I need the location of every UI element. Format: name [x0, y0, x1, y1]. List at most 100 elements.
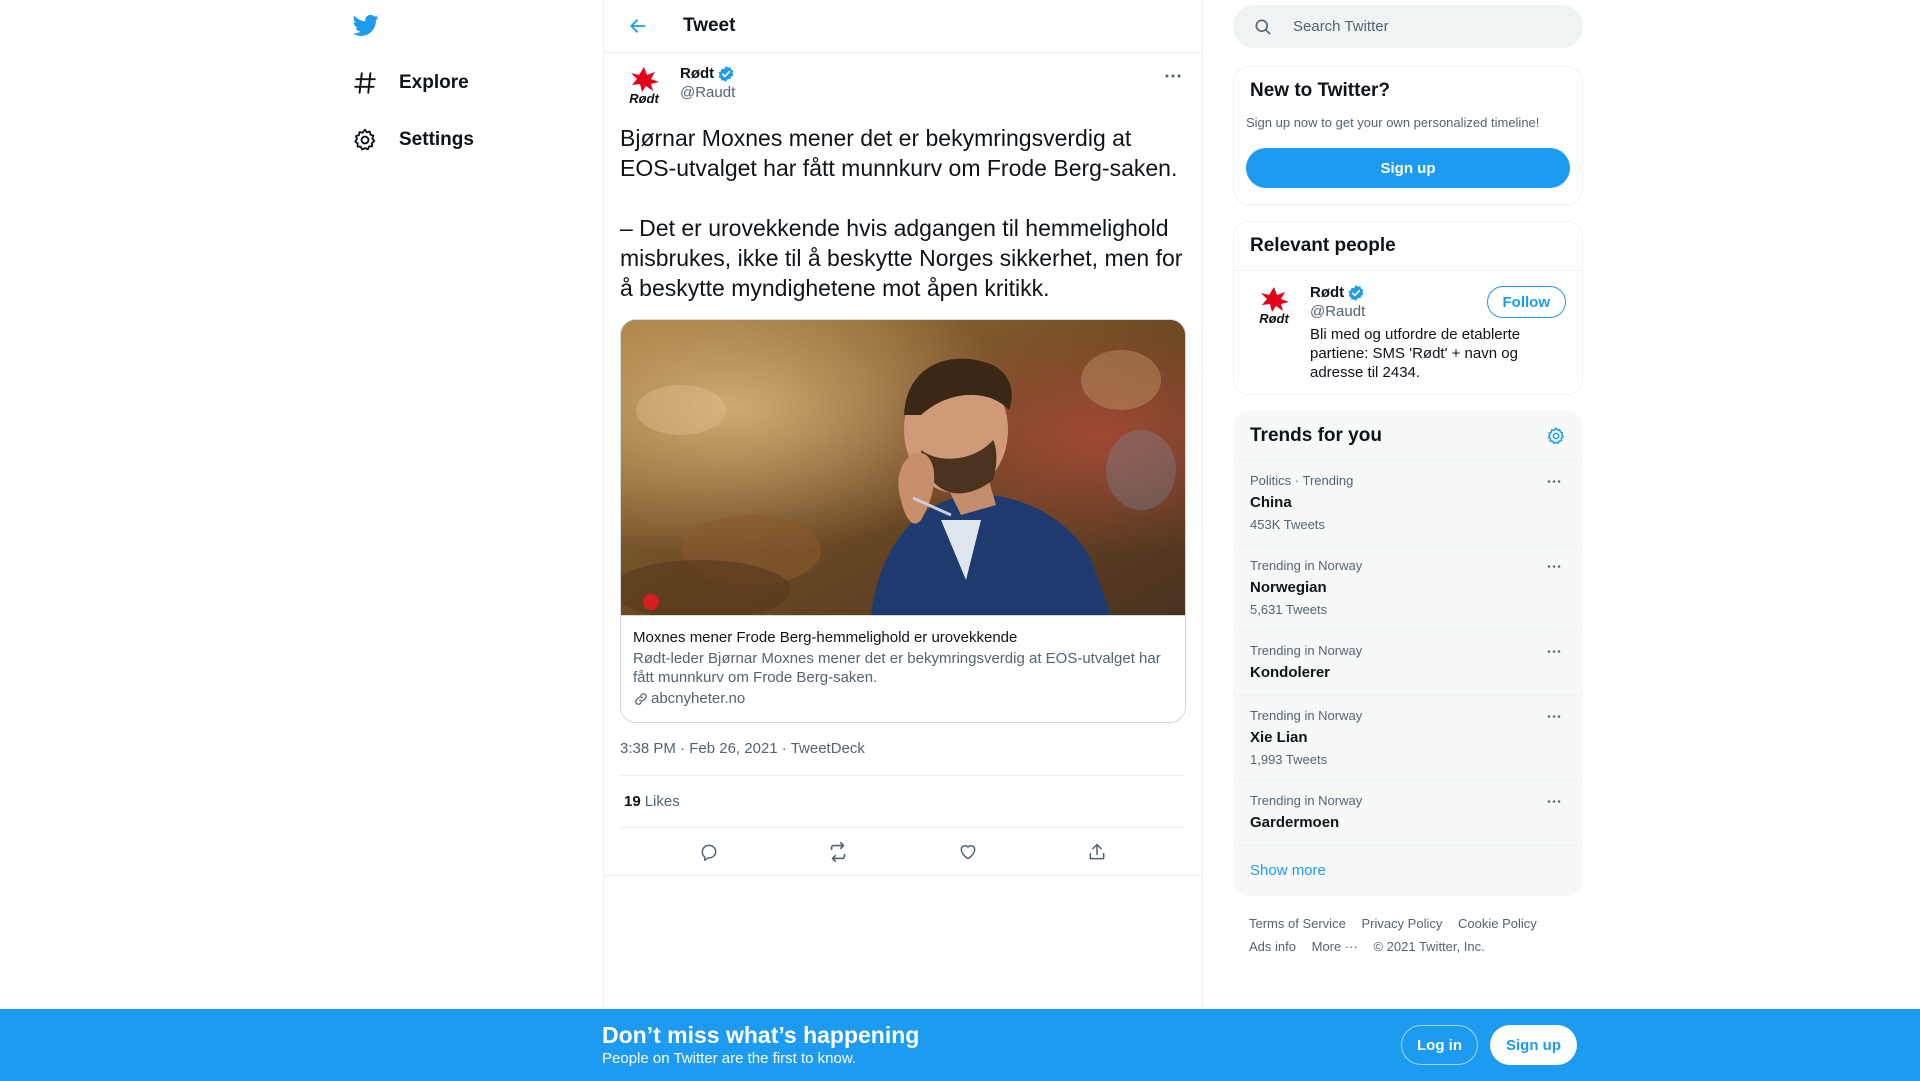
like-heart-icon[interactable] — [949, 833, 987, 871]
trends-panel: Trends for you Politics · Trending China… — [1233, 411, 1583, 896]
copyright: © 2021 Twitter, Inc. — [1373, 939, 1485, 954]
log-in-button[interactable]: Log in — [1401, 1025, 1478, 1065]
footer-link-cookie[interactable]: Cookie Policy — [1458, 916, 1537, 931]
trend-name: Gardermoen — [1250, 814, 1340, 831]
card-domain-text: abcnyheter.no — [651, 690, 746, 707]
reply-icon[interactable] — [690, 833, 728, 871]
person-bio: Bli med og utfordre de etablerte partien… — [1310, 326, 1521, 381]
person-name-text[interactable]: Rødt — [1310, 283, 1344, 302]
trend-meta: Trending in Norway — [1250, 708, 1363, 723]
share-icon[interactable] — [1078, 833, 1116, 871]
more-options-icon[interactable] — [1542, 793, 1566, 809]
trends-header: Trends for you — [1234, 412, 1582, 461]
gear-icon[interactable] — [1546, 426, 1566, 446]
sign-up-button[interactable]: Sign up — [1246, 148, 1570, 188]
trend-item[interactable]: Politics · Trending China 453K Tweets — [1234, 461, 1582, 546]
trend-count: 453K Tweets — [1250, 517, 1325, 532]
likes-count: 19 — [624, 793, 641, 810]
twitter-bird-icon[interactable] — [351, 12, 381, 38]
card-title: Moxnes mener Frode Berg-hemmelighold er … — [633, 629, 1018, 646]
nav-label: Settings — [399, 129, 474, 150]
footer-link-privacy[interactable]: Privacy Policy — [1361, 916, 1442, 931]
footer-link-terms[interactable]: Terms of Service — [1249, 916, 1346, 931]
trend-count: 1,993 Tweets — [1250, 752, 1328, 767]
back-button[interactable] — [620, 8, 656, 44]
panel-title: Trends for you — [1250, 425, 1382, 446]
trend-item[interactable]: Trending in Norway Kondolerer — [1234, 631, 1582, 696]
trend-meta: Politics · Trending — [1250, 473, 1354, 488]
arrow-left-icon — [630, 19, 646, 33]
banner-subtitle: People on Twitter are the first to know. — [602, 1050, 857, 1067]
svg-text:Rødt: Rødt — [1259, 311, 1289, 326]
panel-title: Relevant people — [1234, 222, 1582, 271]
card-image — [621, 320, 1185, 615]
trend-name: Norwegian — [1250, 579, 1327, 596]
author-handle[interactable]: @Raudt — [680, 83, 735, 102]
trend-name: Xie Lian — [1250, 729, 1308, 746]
footer-link-more[interactable]: More ··· — [1312, 939, 1358, 954]
search-input[interactable] — [1293, 18, 1553, 35]
main-column: Tweet Rødt Rødt @Raudt Bjørnar Moxnes me… — [603, 0, 1203, 1009]
nav-item-explore[interactable]: Explore — [345, 60, 481, 106]
footer-links: Terms of Service Privacy Policy Cookie P… — [1233, 896, 1583, 958]
tweet-actions — [604, 828, 1202, 876]
link-icon — [633, 691, 649, 707]
search-icon — [1253, 17, 1273, 37]
more-options-icon[interactable] — [1542, 558, 1566, 574]
more-options-icon[interactable] — [1542, 473, 1566, 489]
verified-badge-icon — [717, 65, 735, 83]
likes-row[interactable]: 19 Likes — [620, 776, 1186, 828]
trend-meta: Trending in Norway — [1250, 643, 1363, 658]
trend-meta: Trending in Norway — [1250, 793, 1363, 808]
tweet-date[interactable]: Feb 26, 2021 — [689, 740, 777, 757]
tweet-text: Bjørnar Moxnes mener det er bekymringsve… — [620, 125, 1183, 301]
card-domain: abcnyheter.no — [633, 689, 1173, 709]
link-card[interactable]: Moxnes mener Frode Berg-hemmelighold er … — [620, 319, 1186, 723]
trend-name: Kondolerer — [1250, 664, 1331, 681]
verified-badge-icon — [1347, 284, 1365, 302]
likes-label: Likes — [644, 793, 680, 810]
hashtag-icon — [351, 69, 379, 97]
tweet-time[interactable]: 3:38 PM — [620, 740, 676, 757]
avatar[interactable]: Rødt — [620, 63, 668, 111]
new-to-twitter-panel: New to Twitter? Sign up now to get your … — [1233, 66, 1583, 205]
signup-banner: Don’t miss what’s happening People on Tw… — [0, 1009, 1920, 1081]
panel-subtitle: Sign up now to get your own personalized… — [1246, 115, 1540, 130]
trend-item[interactable]: Trending in Norway Norwegian 5,631 Tweet… — [1234, 546, 1582, 631]
search-bar[interactable] — [1233, 5, 1583, 48]
card-description: Rødt-leder Bjørnar Moxnes mener det er b… — [633, 650, 1161, 686]
svg-text:Rødt: Rødt — [629, 91, 659, 106]
avatar[interactable]: Rødt — [1250, 283, 1298, 331]
follow-button[interactable]: Follow — [1486, 286, 1566, 318]
separator-dot: · — [680, 740, 690, 757]
banner-title: Don’t miss what’s happening — [602, 1022, 920, 1048]
tweet-meta: 3:38 PM · Feb 26, 2021 · TweetDeck — [620, 739, 1186, 776]
footer-link-ads[interactable]: Ads info — [1249, 939, 1296, 954]
tweet: Rødt Rødt @Raudt Bjørnar Moxnes mener de… — [604, 53, 1202, 876]
gear-icon — [351, 126, 379, 154]
trend-meta: Trending in Norway — [1250, 558, 1363, 573]
rodt-logo-icon: Rødt — [629, 67, 659, 106]
author-name-text[interactable]: Rødt — [680, 65, 714, 83]
nav-label: Explore — [399, 72, 469, 93]
nav-item-settings[interactable]: Settings — [345, 117, 486, 163]
more-options-icon[interactable] — [1542, 708, 1566, 724]
tweet-source[interactable]: TweetDeck — [791, 740, 865, 757]
relevant-people-panel: Relevant people Rødt Rødt @Raudt Bli med… — [1233, 221, 1583, 395]
retweet-icon[interactable] — [819, 833, 857, 871]
more-options-icon[interactable] — [1158, 65, 1188, 87]
page-header: Tweet — [604, 0, 1202, 53]
right-sidebar: New to Twitter? Sign up now to get your … — [1233, 0, 1583, 958]
portrait-photo — [621, 320, 1185, 615]
panel-title: New to Twitter? — [1250, 80, 1391, 101]
more-options-icon[interactable] — [1542, 643, 1566, 659]
author-name[interactable]: Rødt — [680, 65, 735, 83]
rodt-logo-icon: Rødt — [1259, 287, 1289, 326]
sign-up-button[interactable]: Sign up — [1490, 1025, 1577, 1065]
person-card[interactable]: Rødt Rødt @Raudt Bli med og utfordre de … — [1234, 271, 1582, 394]
trend-count: 5,631 Tweets — [1250, 602, 1328, 617]
page-title: Tweet — [683, 15, 736, 36]
show-more-link[interactable]: Show more — [1234, 846, 1582, 895]
trend-item[interactable]: Trending in Norway Xie Lian 1,993 Tweets — [1234, 696, 1582, 781]
trend-item[interactable]: Trending in Norway Gardermoen — [1234, 781, 1582, 846]
